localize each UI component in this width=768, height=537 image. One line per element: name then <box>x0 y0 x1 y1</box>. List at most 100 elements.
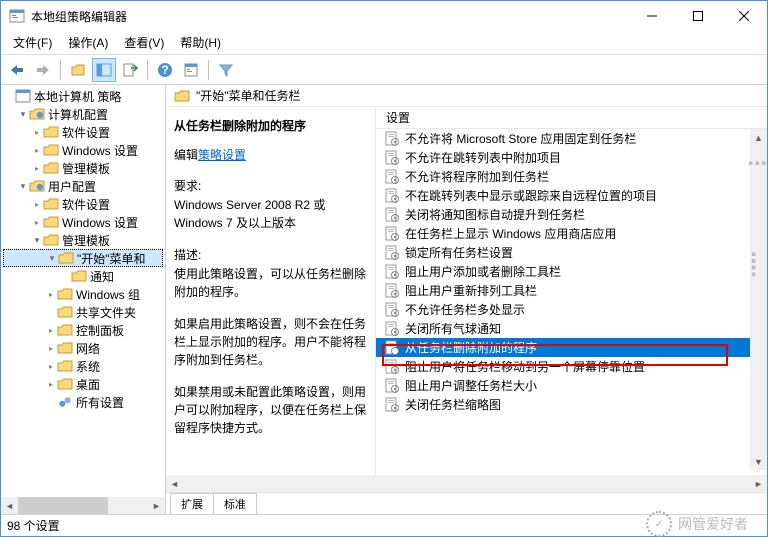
tree-item-win_settings2[interactable]: ▸Windows 设置 <box>3 213 163 231</box>
tree-item-system[interactable]: ▸系统 <box>3 357 163 375</box>
tree-label: 共享文件夹 <box>76 304 136 321</box>
tree-label: 所有设置 <box>76 394 124 411</box>
tree-label: 软件设置 <box>62 124 110 141</box>
setting-item[interactable]: 关闭将通知图标自动提升到任务栏 <box>376 205 767 224</box>
setting-item[interactable]: 关闭所有气球通知 <box>376 319 767 338</box>
twist-icon[interactable]: ▸ <box>31 128 43 137</box>
setting-item[interactable]: 阻止用户重新排列工具栏 <box>376 281 767 300</box>
twist-icon[interactable]: ▾ <box>17 109 29 120</box>
setting-label: 阻止用户添加或者删除工具栏 <box>405 263 561 280</box>
policy-icon <box>384 321 400 337</box>
twist-icon[interactable]: ▸ <box>31 218 43 227</box>
desc-label: 描述: <box>174 246 367 263</box>
tree-item-all_settings[interactable]: 所有设置 <box>3 393 163 411</box>
setting-item[interactable]: 关闭任务栏缩略图 <box>376 395 767 414</box>
detail-title: 从任务栏删除附加的程序 <box>174 117 367 134</box>
setting-item[interactable]: 锁定所有任务栏设置 <box>376 243 767 262</box>
tree-label: 控制面板 <box>76 322 124 339</box>
tree-item-desktop[interactable]: ▸ 桌面 <box>3 375 163 393</box>
detail-pane: 从任务栏删除附加的程序 编辑策略设置 要求: Windows Server 20… <box>166 107 376 492</box>
tab-standard[interactable]: 标准 <box>213 493 257 514</box>
twist-icon[interactable]: ▸ <box>31 146 43 155</box>
up-level-button[interactable] <box>66 58 90 82</box>
properties-button[interactable] <box>179 58 203 82</box>
setting-item[interactable]: 不允许将程序附加到任务栏 <box>376 167 767 186</box>
setting-item[interactable]: 不允许任务栏多处显示 <box>376 300 767 319</box>
back-button[interactable] <box>5 58 29 82</box>
policy-icon <box>384 264 400 280</box>
tree-pane[interactable]: 本地计算机 策略▾计算机配置▸软件设置▸Windows 设置▸管理模板▾用户配置… <box>1 85 166 514</box>
tree-item-comp_conf[interactable]: ▾计算机配置 <box>3 105 163 123</box>
setting-label: 从任务栏删除附加的程序 <box>405 339 537 356</box>
tree-label: Windows 设置 <box>62 142 138 159</box>
policy-icon <box>384 397 400 413</box>
twist-icon[interactable]: ▸ <box>45 380 57 389</box>
menu-file[interactable]: 文件(F) <box>5 31 60 54</box>
minimize-button[interactable] <box>629 1 675 31</box>
tree-label: 桌面 <box>76 376 100 393</box>
tree-item-sw_settings2[interactable]: ▸ 软件设置 <box>3 195 163 213</box>
policy-icon <box>384 150 400 166</box>
tree-item-win_components[interactable]: ▸Windows 组 <box>3 285 163 303</box>
desc-text3: 如果禁用或未配置此策略设置，则用户可以附加程序，以便在任务栏上保留程序快捷方式。 <box>174 383 367 437</box>
right-pane: "开始"菜单和任务栏 从任务栏删除附加的程序 编辑策略设置 要求: Window… <box>166 85 767 514</box>
help-button[interactable]: ? <box>153 58 177 82</box>
tree-item-root[interactable]: 本地计算机 策略 <box>3 87 163 105</box>
tree-label: 本地计算机 策略 <box>34 88 121 105</box>
tree-label: 软件设置 <box>62 196 110 213</box>
twist-icon[interactable]: ▾ <box>31 235 43 246</box>
close-button[interactable] <box>721 1 767 31</box>
twist-icon[interactable]: ▸ <box>45 344 57 353</box>
twist-icon[interactable]: ▸ <box>31 164 43 173</box>
twist-icon[interactable]: ▾ <box>46 253 58 264</box>
setting-item[interactable]: 不允许将 Microsoft Store 应用固定到任务栏 <box>376 129 767 148</box>
menu-action[interactable]: 操作(A) <box>60 31 116 54</box>
tree-item-admin_tpl2[interactable]: ▾管理模板 <box>3 231 163 249</box>
twist-icon[interactable]: ▾ <box>17 181 29 192</box>
setting-label: 关闭将通知图标自动提升到任务栏 <box>405 206 585 223</box>
tree-label: 网络 <box>76 340 100 357</box>
right-h-scrollbar[interactable]: ◄ ► <box>166 475 767 492</box>
export-button[interactable] <box>118 58 142 82</box>
show-hide-tree-button[interactable] <box>92 58 116 82</box>
twist-icon[interactable]: ▸ <box>45 290 57 299</box>
setting-item[interactable]: 阻止用户调整任务栏大小 <box>376 376 767 395</box>
desc-text1: 使用此策略设置，可以从任务栏删除附加的程序。 <box>174 265 367 301</box>
policy-icon <box>384 283 400 299</box>
tree-item-win_settings1[interactable]: ▸ Windows 设置 <box>3 141 163 159</box>
tree-item-notify[interactable]: 通知 <box>3 267 163 285</box>
maximize-button[interactable] <box>675 1 721 31</box>
settings-column-header[interactable]: 设置 <box>376 107 767 129</box>
setting-item[interactable]: 不允许在跳转列表中附加项目 <box>376 148 767 167</box>
policy-icon <box>384 340 400 356</box>
edit-policy-link[interactable]: 策略设置 <box>198 146 246 163</box>
tree-h-scrollbar[interactable]: ◄ ► <box>1 497 165 514</box>
tree-item-control_panel[interactable]: ▸ 控制面板 <box>3 321 163 339</box>
titlebar[interactable]: 本地组策略编辑器 <box>1 1 767 31</box>
settings-v-scrollbar[interactable]: ▲ ▼ <box>750 129 767 470</box>
tree-item-sw_settings1[interactable]: ▸ 软件设置 <box>3 123 163 141</box>
policy-icon <box>384 359 400 375</box>
tree-item-network[interactable]: ▸ 网络 <box>3 339 163 357</box>
twist-icon[interactable]: ▸ <box>45 362 57 371</box>
tab-extended[interactable]: 扩展 <box>170 493 214 514</box>
filter-button[interactable] <box>214 58 238 82</box>
menu-help[interactable]: 帮助(H) <box>172 31 229 54</box>
tree-item-user_conf[interactable]: ▾用户配置 <box>3 177 163 195</box>
app-window: 本地组策略编辑器 文件(F) 操作(A) 查看(V) 帮助(H) ? 本地计算机… <box>0 0 768 537</box>
forward-button[interactable] <box>31 58 55 82</box>
tree-item-start_taskbar[interactable]: ▾"开始"菜单和 <box>3 249 163 267</box>
setting-item[interactable]: 从任务栏删除附加的程序 <box>376 338 767 357</box>
setting-item[interactable]: 在任务栏上显示 Windows 应用商店应用 <box>376 224 767 243</box>
menubar: 文件(F) 操作(A) 查看(V) 帮助(H) <box>1 31 767 55</box>
tree-item-shared_folders[interactable]: 共享文件夹 <box>3 303 163 321</box>
menu-view[interactable]: 查看(V) <box>116 31 172 54</box>
setting-item[interactable]: 阻止用户将任务栏移动到另一个屏幕停靠位置 <box>376 357 767 376</box>
setting-item[interactable]: 阻止用户添加或者删除工具栏 <box>376 262 767 281</box>
twist-icon[interactable]: ▸ <box>31 200 43 209</box>
tree-item-admin_tpl1[interactable]: ▸管理模板 <box>3 159 163 177</box>
settings-pane[interactable]: 设置 不允许将 Microsoft Store 应用固定到任务栏不允许在跳转列表… <box>376 107 767 492</box>
twist-icon[interactable]: ▸ <box>45 326 57 335</box>
policy-icon <box>384 302 400 318</box>
setting-item[interactable]: 不在跳转列表中显示或跟踪来自远程位置的项目 <box>376 186 767 205</box>
